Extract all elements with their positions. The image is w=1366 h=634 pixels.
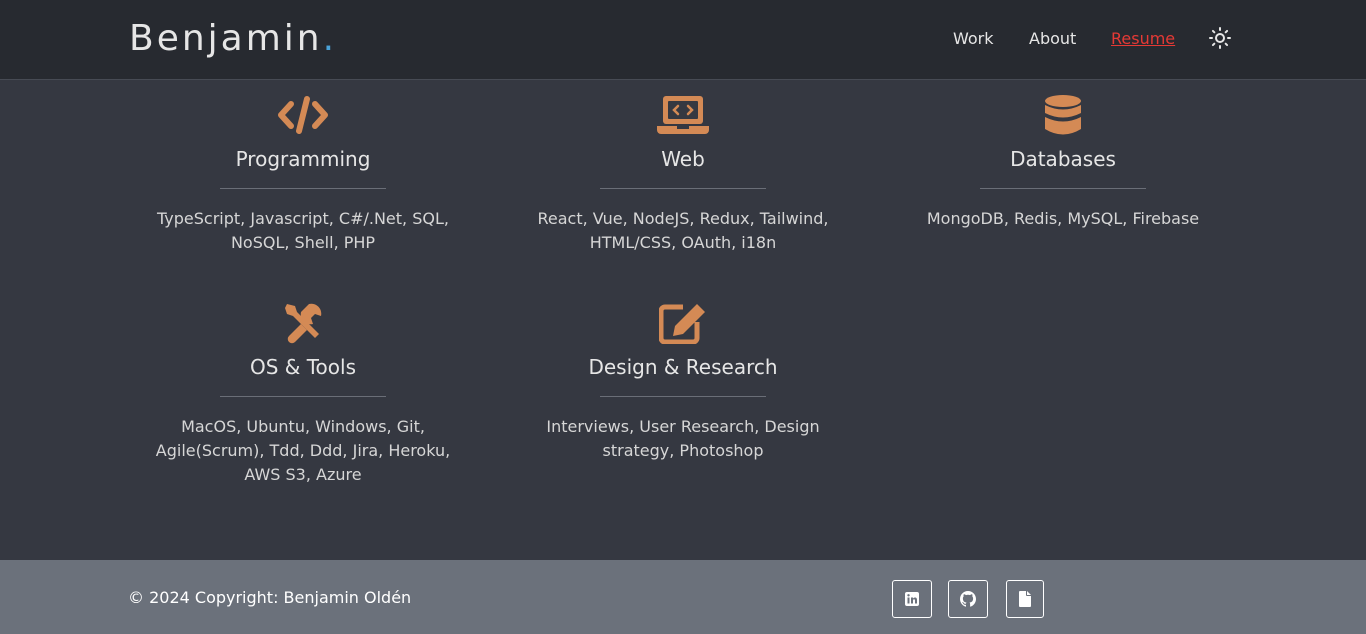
- code-icon: [278, 96, 328, 134]
- skill-title: OS & Tools: [249, 355, 356, 379]
- file-icon: [1019, 591, 1031, 607]
- skill-divider: [220, 396, 386, 397]
- skill-divider: [600, 396, 766, 397]
- database-icon: [1045, 95, 1081, 135]
- skill-title: Design & Research: [588, 355, 778, 379]
- resume-file-button[interactable]: [1006, 580, 1044, 618]
- skill-description: MongoDB, Redis, MySQL, Firebase: [926, 209, 1200, 228]
- linkedin-button[interactable]: [892, 580, 932, 618]
- theme-toggle-button[interactable]: [1208, 26, 1232, 50]
- github-button[interactable]: [948, 580, 988, 618]
- brand-dot: .: [322, 18, 338, 59]
- skill-divider: [220, 188, 386, 189]
- brand-logo[interactable]: Benjamin.: [129, 17, 337, 61]
- copyright-text: © 2024 Copyright: Benjamin Oldén: [128, 588, 412, 607]
- edit-icon: [659, 304, 705, 344]
- navbar: Benjamin. Work About Resume: [0, 0, 1366, 80]
- footer: © 2024 Copyright: Benjamin Oldén: [0, 560, 1366, 634]
- nav-link-resume[interactable]: Resume: [1111, 29, 1175, 49]
- github-icon: [960, 591, 976, 607]
- tools-icon: [285, 303, 322, 344]
- skill-description: React, Vue, NodeJS, Redux, Tailwind, HTM…: [537, 209, 829, 252]
- skill-description: TypeScript, Javascript, C#/.Net, SQL, No…: [157, 209, 449, 252]
- skill-title: Programming: [235, 147, 371, 171]
- laptop-code-icon: [657, 96, 709, 134]
- brand-name: Benjamin: [129, 18, 323, 59]
- skill-description: MacOS, Ubuntu, Windows, Git, Agile(Scrum…: [155, 417, 451, 484]
- skill-title: Web: [661, 147, 705, 171]
- nav-link-work[interactable]: Work: [953, 29, 994, 49]
- sun-icon: [1209, 27, 1231, 49]
- linkedin-icon: [905, 592, 919, 606]
- nav-link-about[interactable]: About: [1029, 29, 1076, 49]
- skill-description: Interviews, User Research, Design strate…: [546, 417, 820, 460]
- skill-title: Databases: [1010, 147, 1116, 171]
- skill-divider: [980, 188, 1146, 189]
- skill-divider: [600, 188, 766, 189]
